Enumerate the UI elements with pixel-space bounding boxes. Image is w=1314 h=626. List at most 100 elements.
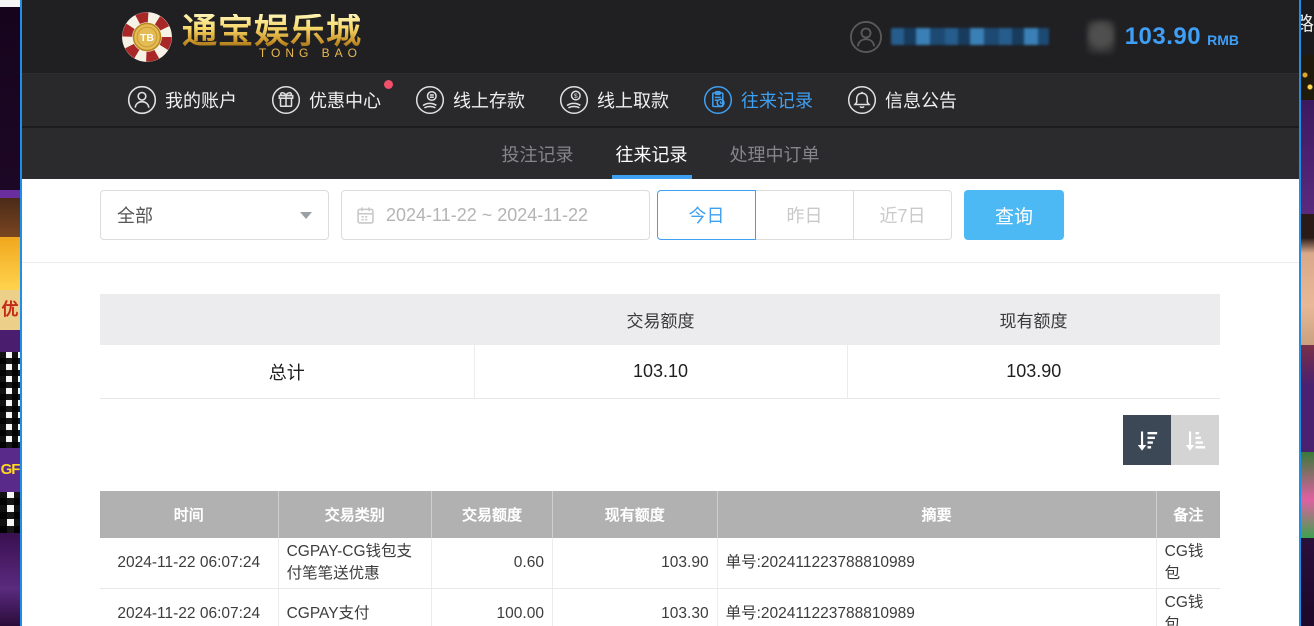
nav-label: 往来记录 [741,87,813,113]
left-strip-purple-mid [0,330,20,352]
balance-currency: RMB [1207,26,1239,48]
brand-text: 通宝娱乐城 TONG BAO [182,14,362,59]
content-area: 全部 2024-11-22 ~ 2024-11-22 今日 昨日 [22,179,1299,626]
user-avatar-icon [849,20,883,54]
record-tabs: 投注记录 往来记录 处理中订单 [22,126,1299,179]
nav-item-announcements[interactable]: 信息公告 [847,85,957,115]
records-table: 时间 交易类别 交易额度 现有额度 摘要 备注 2024-11-22 06:07… [100,491,1220,626]
coin-icon-redacted [1087,20,1115,54]
sort-descending-icon [1134,427,1161,454]
svg-text:TB: TB [140,33,154,44]
quick-range-yesterday[interactable]: 昨日 [755,190,854,240]
background-left-strip: 优 GF [0,0,22,626]
account-area: 103.90 RMB [849,0,1239,73]
sort-controls [1123,415,1219,465]
summary-header-row: 交易额度 现有额度 [100,294,1220,345]
cell-note: CG钱包 [1156,538,1220,589]
background-right-strip: 路 [1299,0,1314,626]
nav-label: 线上存款 [453,87,525,113]
cell-time: 2024-11-22 06:07:24 [100,589,278,626]
quick-range-last7days[interactable]: 近7日 [853,190,952,240]
notification-dot [384,80,393,89]
quick-range-group: 今日 昨日 近7日 [657,190,952,240]
left-strip-white [0,0,20,7]
page: 优 GF 路 TB 通宝娱乐城 [0,0,1314,626]
right-strip-purple [1301,100,1314,214]
username-redacted[interactable] [891,28,1049,45]
calendar-icon [355,205,376,226]
nav-label: 信息公告 [885,87,957,113]
summary-total-row: 总计 103.10 103.90 [100,345,1220,399]
type-select[interactable]: 全部 [100,190,329,240]
records-header-row: 时间 交易类别 交易额度 现有额度 摘要 备注 [100,491,1220,538]
quick-range-today[interactable]: 今日 [657,190,756,240]
cell-memo: 单号:202411223788810989 [717,538,1156,589]
tab-transaction-records[interactable]: 往来记录 [614,128,690,179]
nav-label: 线上取款 [597,87,669,113]
sort-descending-button[interactable] [1123,415,1171,465]
col-header-note: 备注 [1156,491,1220,538]
nav-item-promotions[interactable]: 优惠中心 [271,85,381,115]
svg-text:$: $ [574,93,578,100]
nav-item-my-account[interactable]: 我的账户 [127,85,237,115]
summary-header-current: 现有额度 [847,294,1220,345]
tab-pending-orders[interactable]: 处理中订单 [728,128,822,179]
nav-label: 我的账户 [165,87,237,113]
right-strip-purple-2 [1301,386,1314,452]
summary-table: 交易额度 现有额度 总计 103.10 103.90 [100,294,1220,399]
balance-amount: 103.90 [1125,23,1201,51]
brand-name-latin: TONG BAO [182,47,362,59]
chevron-down-icon [300,212,312,219]
nav-item-deposit[interactable]: 线上存款 [415,85,525,115]
section-divider [22,262,1299,263]
records-icon [703,85,733,115]
left-strip-gold-fragment [0,237,20,290]
summary-header-trade: 交易额度 [474,294,847,345]
main-panel: TB 通宝娱乐城 TONG BAO 103.90 RMB [22,0,1299,626]
right-strip-portrait-fragment [1301,214,1314,345]
top-header: TB 通宝娱乐城 TONG BAO 103.90 RMB [22,0,1299,73]
deposit-icon [415,85,445,115]
cell-time: 2024-11-22 06:07:24 [100,538,278,589]
col-header-time: 时间 [100,491,278,538]
type-select-value: 全部 [117,202,153,228]
left-strip-qr-code [0,352,20,448]
left-strip-purple-line [0,190,20,198]
sort-ascending-button[interactable] [1171,415,1219,465]
right-strip-purple-bottom [1301,538,1314,626]
cell-type: CGPAY支付 [278,589,431,626]
nav-item-withdraw[interactable]: $ 线上取款 [559,85,669,115]
left-strip-purple-bottom [0,533,20,626]
poker-chip-icon: TB [120,10,174,64]
user-icon [127,85,157,115]
col-header-current: 现有额度 [552,491,717,538]
cell-type: CGPAY-CG钱包支付笔笔送优惠 [278,538,431,589]
left-strip-gf-text: GF [0,448,20,492]
left-strip-purple-top [0,7,20,190]
right-strip-gold-fragment [1301,55,1314,100]
table-row: 2024-11-22 06:07:24 CGPAY-CG钱包支付笔笔送优惠 0.… [100,538,1220,589]
date-range-value: 2024-11-22 ~ 2024-11-22 [386,205,588,226]
summary-total-label: 总计 [100,345,474,399]
table-row: 2024-11-22 06:07:24 CGPAY支付 100.00 103.3… [100,589,1220,626]
left-strip-promo-text: 优 [0,290,20,330]
col-header-memo: 摘要 [717,491,1156,538]
right-strip-game-art [1301,452,1314,538]
cell-current-amount: 103.90 [552,538,717,589]
date-range-input[interactable]: 2024-11-22 ~ 2024-11-22 [341,190,650,240]
summary-header-empty [100,294,474,345]
withdraw-icon: $ [559,85,589,115]
search-button[interactable]: 查询 [964,190,1064,240]
filter-bar: 全部 2024-11-22 ~ 2024-11-22 今日 昨日 [100,190,1064,240]
brand-name-cn: 通宝娱乐城 [182,14,362,50]
gift-icon [271,85,301,115]
nav-item-transaction-records[interactable]: 往来记录 [703,85,813,115]
site-logo[interactable]: TB 通宝娱乐城 TONG BAO [120,10,362,64]
cell-memo: 单号:202411223788810989 [717,589,1156,626]
right-strip-red-fragment [1301,345,1314,386]
tab-betting-records[interactable]: 投注记录 [500,128,576,179]
cell-trade-amount: 0.60 [432,538,553,589]
cell-note: CG钱包 [1156,589,1220,626]
left-strip-qr-code-2 [0,492,20,533]
col-header-type: 交易类别 [278,491,431,538]
